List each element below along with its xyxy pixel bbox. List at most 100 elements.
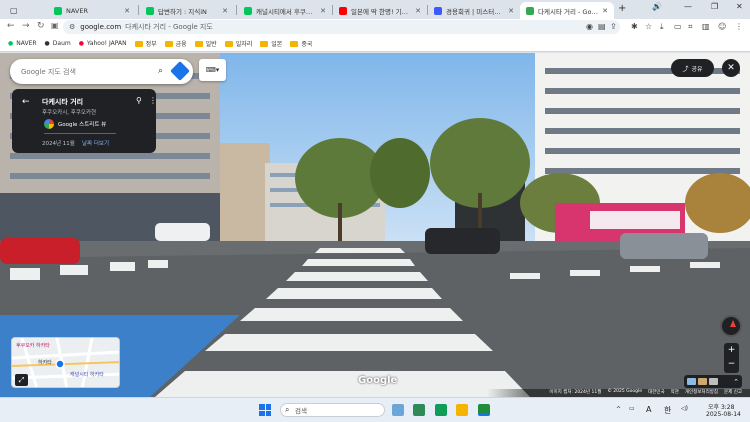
address-bar[interactable]: ⚙ google.com 다케시타 거리 - Google 지도	[63, 20, 620, 34]
close-tab-icon[interactable]: ✕	[508, 7, 514, 15]
directions-icon[interactable]	[170, 61, 190, 81]
excel-icon[interactable]	[413, 404, 425, 416]
close-tab-icon[interactable]: ✕	[124, 7, 130, 15]
restore-icon[interactable]: ❐	[711, 2, 718, 11]
taskbar: ⌕ 검색 ^ ▭ A 한 ◁) 오후 3:28 2025-08-14	[0, 397, 750, 422]
mrblue-favicon-icon	[434, 6, 442, 15]
browser-toolbar: ← → ↻ ▣ ⚙ google.com 다케시타 거리 - Google 지도…	[0, 19, 750, 36]
media-icon[interactable]: 🔊	[652, 2, 662, 11]
bookmark-folder-general[interactable]: 일반	[194, 39, 217, 48]
forward-icon[interactable]: →	[22, 21, 30, 31]
layers-strip[interactable]: ⌃	[684, 375, 742, 388]
mini-map[interactable]: 후쿠오카 하카타 캐널시티 하카타 하카타 ⤢	[11, 337, 120, 388]
tab-google-maps[interactable]: 다케시타 거리 - Google 지도 ✕	[520, 2, 614, 19]
close-tab-icon[interactable]: ✕	[602, 7, 608, 15]
tab-sidebar-toggle[interactable]: ▢	[4, 2, 44, 19]
share-button[interactable]: ⤴ 공유	[671, 59, 714, 77]
close-tab-icon[interactable]: ✕	[320, 7, 326, 15]
network-icon[interactable]: ▭	[629, 405, 635, 412]
bookmarks-bar: ● NAVER ● Daum ● Yahoo! JAPAN 정부 금융 일반 일자리 …	[0, 36, 750, 52]
new-tab-button[interactable]: +	[618, 3, 626, 14]
search-input[interactable]: Google 지도 검색	[21, 67, 76, 77]
see-more-dates-link[interactable]: 날짜 더보기	[82, 139, 109, 147]
sidebar-icon[interactable]: ▥	[702, 22, 710, 31]
keyboard-icon[interactable]: ⌨▾	[199, 59, 226, 81]
folder-icon	[290, 40, 299, 47]
zoom-control[interactable]: + −	[724, 343, 739, 373]
layer-thumb-icon	[709, 378, 718, 385]
expand-minimap-icon[interactable]: ⤢	[15, 374, 28, 386]
place-subtitle: 후쿠오카시, 후쿠오카현	[42, 110, 97, 116]
extension-icon[interactable]: ▣	[51, 21, 59, 30]
tab-canal-city[interactable]: 캐널시티에서 후쿠오카공항 ✕	[238, 2, 332, 19]
tab-mrblue[interactable]: 경용회귀 | 미스터블루 - 웹툰 ✕	[428, 2, 520, 19]
close-tab-icon[interactable]: ✕	[222, 7, 228, 15]
reload-icon[interactable]: ↻	[37, 21, 45, 31]
tab-groups-icon[interactable]: ▭	[674, 22, 682, 31]
pin-icon[interactable]: ⚲	[136, 96, 142, 105]
tab-kin[interactable]: 답변하기 : 지식iN ✕	[140, 2, 234, 19]
zoom-in-icon[interactable]: +	[724, 343, 739, 357]
widgets-icon[interactable]	[392, 404, 404, 416]
menu-icon[interactable]: ⋮	[735, 22, 743, 31]
layer-thumb-icon	[698, 378, 707, 385]
bookmark-naver[interactable]: ● NAVER	[8, 40, 37, 47]
share-icon: ⤴	[682, 65, 689, 73]
screenshot-icon[interactable]: ⌗	[688, 22, 693, 32]
kin-favicon-icon	[146, 6, 154, 15]
app-green-icon[interactable]	[435, 404, 447, 416]
translate-icon[interactable]: ▤	[598, 22, 606, 31]
naver-favicon-icon	[54, 6, 62, 15]
kin-favicon-icon	[244, 6, 252, 15]
bookmark-yahoo[interactable]: ● Yahoo! JAPAN	[79, 40, 127, 47]
zoom-out-icon[interactable]: −	[724, 357, 739, 371]
folder-icon	[260, 40, 269, 47]
chevron-up-icon: ⌃	[733, 377, 739, 386]
close-window-icon[interactable]: ✕	[736, 2, 743, 11]
location-icon[interactable]: ◉	[586, 22, 593, 31]
taskbar-search[interactable]: ⌕ 검색	[280, 403, 385, 417]
folder-icon	[164, 40, 173, 47]
bookmark-folder-government[interactable]: 정부	[134, 39, 157, 48]
profile-icon[interactable]: ☺	[718, 22, 726, 31]
tab-strip: ▢ NAVER ✕ 답변하기 : 지식iN ✕ 캐널시티에서 후쿠오카공항 ✕ …	[0, 0, 750, 19]
back-icon[interactable]: ←	[7, 21, 15, 31]
chevron-up-icon[interactable]: ^	[616, 406, 621, 413]
windows-start-icon[interactable]	[259, 404, 271, 416]
tab-naver[interactable]: NAVER ✕	[48, 2, 136, 19]
close-tab-icon[interactable]: ✕	[415, 7, 421, 15]
google-logo: Google	[358, 375, 398, 386]
search-icon[interactable]: ⌕	[158, 66, 163, 76]
download-icon[interactable]: ⤓	[660, 22, 664, 32]
bookmark-folder-japan[interactable]: 일본	[260, 39, 282, 48]
maps-favicon-icon	[526, 6, 534, 15]
extension-puzzle-icon[interactable]: ✱	[631, 22, 638, 31]
street-view-panorama[interactable]: Google 지도 검색 ⌕ ⌨▾ ← 다케시타 거리 후쿠오카시, 후쿠오카현…	[0, 53, 750, 397]
more-vert-icon[interactable]: ⋮	[149, 96, 157, 105]
google-g-icon	[44, 119, 54, 129]
minimize-icon[interactable]: —	[684, 2, 692, 11]
streetview-source: Google 스트리트 뷰	[58, 122, 107, 128]
layer-thumb-icon	[687, 378, 696, 385]
close-streetview-button[interactable]: ✕	[722, 59, 740, 77]
bookmark-folder-finance[interactable]: 금융	[164, 39, 187, 48]
capture-date: 2024년 11월	[42, 141, 75, 147]
maps-search-box[interactable]: Google 지도 검색 ⌕	[10, 59, 193, 84]
share-page-icon[interactable]: ⇪	[610, 22, 617, 31]
site-info-icon[interactable]: ⚙	[69, 23, 75, 31]
folder-icon	[194, 40, 203, 47]
back-arrow-icon[interactable]: ←	[22, 97, 30, 107]
browser-app-icon[interactable]	[478, 404, 490, 416]
file-explorer-icon[interactable]	[456, 404, 468, 416]
volume-icon[interactable]: ◁)	[681, 405, 688, 412]
place-info-card: ← 다케시타 거리 후쿠오카시, 후쿠오카현 ⚲ ⋮ Google 스트리트 뷰…	[12, 89, 157, 153]
bookmark-star-icon[interactable]: ☆	[645, 22, 652, 31]
bookmark-folder-jobs[interactable]: 일자리	[224, 39, 252, 48]
tab-youtube[interactable]: 일본에 딱 한명! 기름 1200℃ ✕	[333, 2, 427, 19]
place-title: 다케시타 거리	[42, 98, 84, 106]
bookmark-folder-china[interactable]: 중국	[290, 39, 312, 48]
folder-icon	[224, 40, 233, 47]
compass-icon[interactable]	[720, 315, 742, 337]
search-icon: ⌕	[285, 405, 290, 414]
bookmark-daum[interactable]: ● Daum	[45, 40, 71, 47]
